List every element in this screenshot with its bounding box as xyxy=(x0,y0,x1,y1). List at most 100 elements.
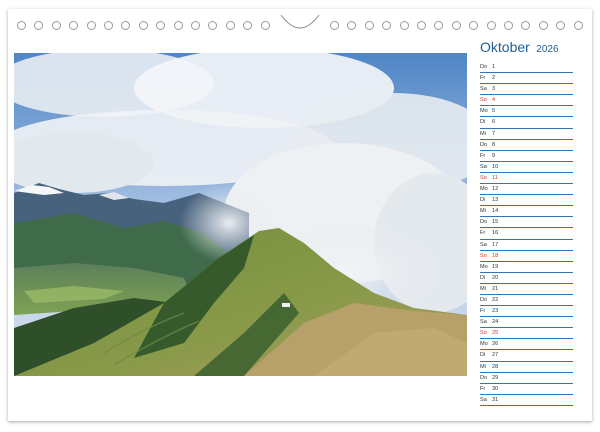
weekday-label: Sa xyxy=(480,319,487,326)
day-row: Fr 23 xyxy=(480,306,573,318)
weekday-label: So xyxy=(480,97,487,104)
day-number: 13 xyxy=(492,197,499,204)
binding-hole-icon xyxy=(121,21,131,30)
weekday-label: Mi xyxy=(480,130,486,137)
binding-hole-icon xyxy=(225,21,235,30)
calendar-page: Oktober 2026 Do 1 Fr 2 Sa 3 So 4 Mo 5 Di 6 Mi 7 Do 8 Fr 9… xyxy=(0,0,600,432)
day-row: So 18 xyxy=(480,251,573,262)
day-row: Mi 7 xyxy=(480,129,573,140)
weekday-label: Sa xyxy=(480,86,487,93)
binding-hole-icon xyxy=(504,21,513,30)
month-title: Oktober 2026 xyxy=(480,39,559,57)
day-number: 5 xyxy=(492,108,496,115)
day-number: 30 xyxy=(492,385,499,392)
day-row: Mo 26 xyxy=(480,339,573,351)
weekday-label: Do xyxy=(480,374,488,381)
day-row: Fr 2 xyxy=(480,73,573,85)
weekday-label: Fr xyxy=(480,230,486,237)
day-number: 9 xyxy=(492,152,496,159)
binding-hole-icon xyxy=(156,21,166,30)
day-number: 10 xyxy=(492,163,499,170)
day-row: Di 20 xyxy=(480,273,573,284)
weekday-label: Fr xyxy=(480,385,486,392)
weekday-label: Do xyxy=(480,296,488,303)
binding-hole-icon xyxy=(69,21,79,30)
binding-hole-icon xyxy=(434,21,444,30)
weekday-label: So xyxy=(480,174,487,181)
day-number: 21 xyxy=(492,285,499,292)
day-row: So 11 xyxy=(480,173,573,185)
day-number: 8 xyxy=(492,141,496,148)
day-row: Sa 17 xyxy=(480,240,573,251)
year-label: 2026 xyxy=(536,44,559,55)
binding-hole-icon xyxy=(521,21,531,30)
weekday-label: Di xyxy=(480,119,486,126)
day-row: Do 1 xyxy=(480,62,573,74)
weekday-label: Di xyxy=(480,352,486,359)
day-row: Di 6 xyxy=(480,117,573,129)
day-number: 11 xyxy=(492,174,498,181)
weekday-label: So xyxy=(480,330,487,337)
day-number: 23 xyxy=(492,308,499,315)
day-list: Do 1 Fr 2 Sa 3 So 4 Mo 5 Di 6 Mi 7 Do 8 Fr 9 Sa 10 So 11 Mo 12 D… xyxy=(480,62,573,406)
day-number: 16 xyxy=(492,230,499,237)
binding-hole-icon xyxy=(417,21,426,30)
day-row: Mi 14 xyxy=(480,206,573,218)
day-number: 27 xyxy=(492,352,499,359)
day-row: Fr 16 xyxy=(480,228,573,240)
day-number: 25 xyxy=(492,330,499,337)
day-number: 19 xyxy=(492,263,499,270)
weekday-label: Sa xyxy=(480,241,487,248)
day-number: 12 xyxy=(492,186,499,193)
day-number: 28 xyxy=(492,363,499,370)
weekday-label: Mo xyxy=(480,186,488,193)
day-row: Di 13 xyxy=(480,195,573,207)
binding-hole-icon xyxy=(451,21,461,30)
binding-hole-icon xyxy=(382,21,392,30)
day-row: Sa 10 xyxy=(480,162,573,173)
weekday-label: Sa xyxy=(480,163,487,170)
weekday-label: Mi xyxy=(480,363,486,370)
day-row: Mi 21 xyxy=(480,284,573,295)
day-number: 2 xyxy=(492,75,496,82)
day-number: 7 xyxy=(492,130,496,137)
weekday-label: Do xyxy=(480,141,488,148)
binding-hole-icon xyxy=(243,21,253,30)
day-number: 29 xyxy=(492,374,499,381)
binding-hole-icon xyxy=(17,21,26,30)
binding-hole-icon xyxy=(86,21,96,30)
day-row: Do 22 xyxy=(480,295,573,307)
day-row: Di 27 xyxy=(480,350,573,362)
weekday-label: So xyxy=(480,252,487,259)
day-number: 20 xyxy=(492,274,499,281)
binding-hole-icon xyxy=(51,21,61,30)
binding-hole-icon xyxy=(538,21,548,30)
mountain-photo xyxy=(14,53,467,376)
day-row: Mo 5 xyxy=(480,106,573,118)
day-row: Do 8 xyxy=(480,140,573,151)
day-number: 22 xyxy=(492,296,499,303)
binding-hole-icon xyxy=(330,21,339,30)
day-number: 4 xyxy=(492,97,496,104)
binding-hole-icon xyxy=(208,21,218,30)
day-row: Mi 28 xyxy=(480,362,573,373)
day-number: 18 xyxy=(492,252,499,259)
weekday-label: Mi xyxy=(480,285,486,292)
binding-hole-icon xyxy=(347,21,357,30)
day-row: Sa 24 xyxy=(480,317,573,329)
binding-hole-icon xyxy=(364,21,374,30)
weekday-label: Di xyxy=(480,274,486,281)
month-name: Oktober xyxy=(480,39,530,55)
weekday-label: Mi xyxy=(480,208,486,215)
binding-hole-icon xyxy=(191,21,200,30)
day-row: Fr 30 xyxy=(480,384,573,395)
day-number: 24 xyxy=(492,319,499,326)
binding-hole-icon xyxy=(556,21,566,30)
weekday-label: Fr xyxy=(480,152,486,159)
hanger-notch-icon xyxy=(280,15,320,29)
day-number: 1 xyxy=(492,64,496,70)
day-row: Do 15 xyxy=(480,217,573,229)
day-row: Sa 3 xyxy=(480,84,573,96)
day-number: 15 xyxy=(492,219,499,226)
day-row: Sa 31 xyxy=(480,395,573,406)
